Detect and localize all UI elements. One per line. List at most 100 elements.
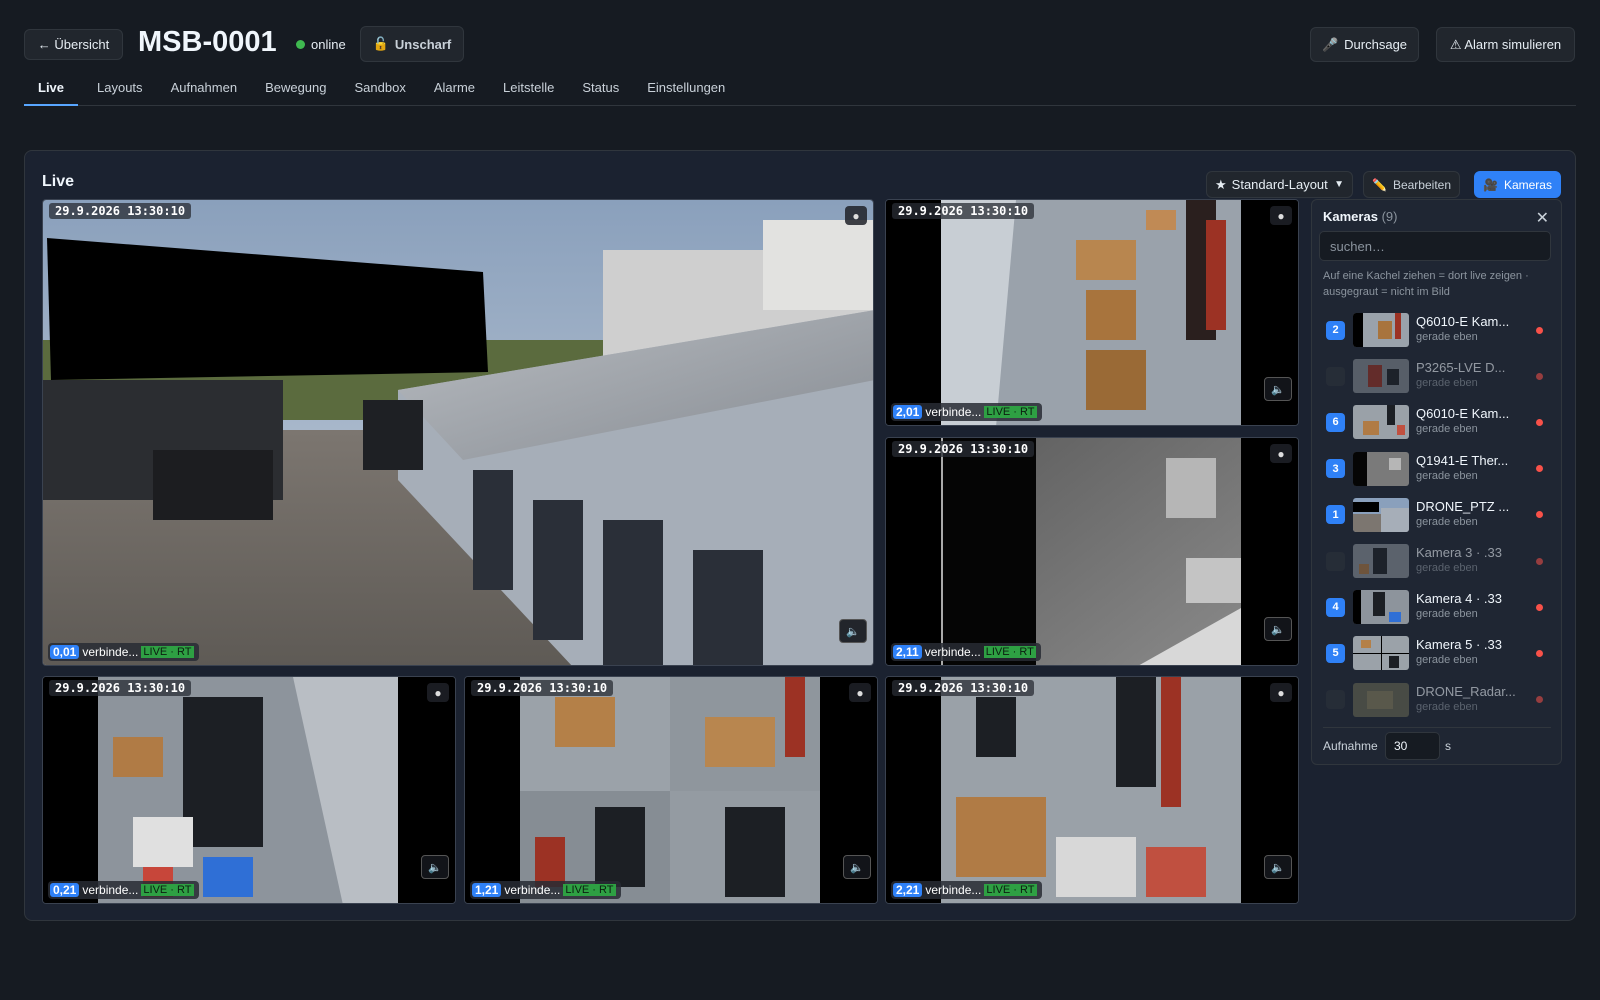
connection-state: verbinde... <box>82 883 139 897</box>
camera-name: Q6010-E Kam... <box>1416 406 1510 422</box>
snapshot-icon[interactable]: ● <box>845 206 867 225</box>
camera-list-item[interactable]: P3265-LVE D... gerade eben <box>1312 353 1563 399</box>
cameras-panel: Kameras (9) ✕ Auf eine Kachel ziehen = d… <box>1311 199 1562 765</box>
tab-sandbox[interactable]: Sandbox <box>341 80 420 105</box>
edit-label: Bearbeiten <box>1392 177 1451 192</box>
camera-last-seen: gerade eben <box>1416 700 1478 713</box>
camera-thumbnail <box>1353 359 1409 394</box>
back-to-overview-button[interactable]: ← Übersicht <box>24 29 123 60</box>
online-label: online <box>311 37 346 52</box>
timestamp-overlay: 29.9.2026 13:30:10 <box>892 203 1035 219</box>
camera-tile[interactable]: 29.9.2026 13:30:10 ● 🔈 1,21 verbinde... … <box>464 676 878 904</box>
stream-status: 2,01 verbinde... LIVE · RT <box>891 403 1042 421</box>
camera-name: DRONE_Radar... <box>1416 683 1516 699</box>
snapshot-icon[interactable]: ● <box>1270 444 1292 463</box>
tile-number-badge <box>1326 551 1345 571</box>
tab-layouts[interactable]: Layouts <box>83 80 157 105</box>
status-dot-icon <box>1536 649 1543 657</box>
camera-feed-image <box>43 677 455 903</box>
tab-motion[interactable]: Bewegung <box>251 80 340 105</box>
camera-thumbnail <box>1353 405 1409 440</box>
camera-list-item[interactable]: 3 Q1941-E Ther... gerade eben <box>1312 446 1563 492</box>
camera-thumbnail <box>1353 451 1409 486</box>
stream-status: 0,01 verbinde... LIVE · RT <box>48 643 199 661</box>
main-tabs: Live Layouts Aufnahmen Bewegung Sandbox … <box>24 80 1576 106</box>
edit-layout-button[interactable]: ✏️ Bearbeiten <box>1363 171 1460 198</box>
live-badge: LIVE · RT <box>984 406 1037 418</box>
snapshot-icon[interactable]: ● <box>427 683 449 702</box>
tile-position-badge: 0,01 <box>50 645 80 659</box>
arm-toggle-button[interactable]: 🔓 Unscharf <box>360 26 464 62</box>
camera-last-seen: gerade eben <box>1416 608 1478 621</box>
camera-feed-image <box>886 677 1298 903</box>
camera-thumbnail <box>1353 636 1409 671</box>
camera-list-item[interactable]: 5 Kamera 5 · .33 gerade eben <box>1312 630 1563 676</box>
camera-tile[interactable]: 29.9.2026 13:30:10 ● 🔈 2,01 verbinde... … <box>885 199 1299 426</box>
camera-list-item[interactable]: 4 Kamera 4 · .33 gerade eben <box>1312 584 1563 630</box>
tab-status[interactable]: Status <box>568 80 633 105</box>
camera-feed-image <box>465 677 877 903</box>
camera-last-seen: gerade eben <box>1416 561 1478 574</box>
audio-muted-icon[interactable]: 🔈 <box>1264 855 1292 879</box>
camera-tile[interactable]: 29.9.2026 13:30:10 ● 🔈 2,11 verbinde... … <box>885 437 1299 666</box>
status-dot-icon <box>1536 603 1543 611</box>
audio-muted-icon[interactable]: 🔈 <box>1264 617 1292 641</box>
microphone-icon: 🎤 <box>1321 36 1339 52</box>
tab-control-center[interactable]: Leitstelle <box>489 80 568 105</box>
cameras-label: Kameras <box>1503 177 1552 192</box>
snapshot-icon[interactable]: ● <box>1270 683 1292 702</box>
audio-muted-icon[interactable]: 🔈 <box>843 855 871 879</box>
announcement-button[interactable]: 🎤 Durchsage <box>1310 27 1419 62</box>
star-icon: ★ <box>1215 176 1227 192</box>
tile-number-badge: 6 <box>1326 412 1345 432</box>
camera-list-item[interactable]: DRONE_Radar... gerade eben <box>1312 677 1563 723</box>
tab-settings[interactable]: Einstellungen <box>633 80 739 105</box>
camera-name: DRONE_PTZ ... <box>1416 498 1510 514</box>
audio-muted-icon[interactable]: 🔈 <box>421 855 449 879</box>
tab-alarms[interactable]: Alarme <box>420 80 489 105</box>
lock-icon: 🔓 <box>372 36 389 51</box>
layout-select[interactable]: ★ Standard-Layout ▼ <box>1206 171 1353 198</box>
divider <box>1323 727 1551 728</box>
live-badge: LIVE · RT <box>563 884 616 896</box>
pencil-icon: ✏️ <box>1372 177 1387 192</box>
camera-list-item[interactable]: 2 Q6010-E Kam... gerade eben <box>1312 307 1563 353</box>
tab-live[interactable]: Live <box>24 80 79 106</box>
recording-duration-input[interactable] <box>1385 732 1440 760</box>
audio-muted-icon[interactable]: 🔈 <box>1264 377 1292 401</box>
tab-recordings[interactable]: Aufnahmen <box>157 80 252 105</box>
camera-list-item[interactable]: 6 Q6010-E Kam... gerade eben <box>1312 399 1563 445</box>
connection-state: verbinde... <box>925 405 982 419</box>
cameras-toggle-button[interactable]: 🎥 Kameras <box>1474 171 1561 198</box>
online-status: online <box>296 37 346 52</box>
camera-list-item[interactable]: 1 DRONE_PTZ ... gerade eben <box>1312 492 1563 538</box>
snapshot-icon[interactable]: ● <box>849 683 871 702</box>
tile-number-badge: 2 <box>1326 320 1345 340</box>
status-dot-icon <box>1536 372 1543 380</box>
snapshot-icon[interactable]: ● <box>1270 206 1292 225</box>
stream-status: 1,21 verbinde... LIVE · RT <box>470 881 621 899</box>
camera-tile[interactable]: 29.9.2026 13:30:10 ● 🔈 0,01 verbinde... … <box>42 199 874 666</box>
close-icon[interactable]: ✕ <box>1536 208 1549 228</box>
camera-name: Kamera 3 · .33 <box>1416 544 1502 560</box>
tile-number-badge <box>1326 366 1345 386</box>
camera-tile[interactable]: 29.9.2026 13:30:10 ● 🔈 0,21 verbinde... … <box>42 676 456 904</box>
live-badge: LIVE · RT <box>984 884 1037 896</box>
camera-tile[interactable]: 29.9.2026 13:30:10 ● 🔈 2,21 verbinde... … <box>885 676 1299 904</box>
tile-number-badge: 3 <box>1326 459 1345 479</box>
simulate-alarm-button[interactable]: ⚠ Alarm simulieren <box>1436 27 1575 62</box>
status-dot-icon <box>1536 557 1543 565</box>
recording-duration-label: Aufnahme <box>1323 739 1378 753</box>
timestamp-overlay: 29.9.2026 13:30:10 <box>49 680 192 696</box>
camera-list-item[interactable]: Kamera 3 · .33 gerade eben <box>1312 538 1563 584</box>
tile-position-badge: 2,01 <box>893 405 923 419</box>
camera-feed-image <box>886 438 1298 665</box>
announcement-label: Durchsage <box>1344 37 1408 52</box>
tile-position-badge: 1,21 <box>472 883 502 897</box>
timestamp-overlay: 29.9.2026 13:30:10 <box>892 441 1035 457</box>
camera-search-input[interactable] <box>1319 231 1551 261</box>
audio-muted-icon[interactable]: 🔈 <box>839 619 867 643</box>
status-dot-icon <box>1536 465 1543 473</box>
timestamp-overlay: 29.9.2026 13:30:10 <box>892 680 1035 696</box>
camera-name: Kamera 5 · .33 <box>1416 637 1502 653</box>
